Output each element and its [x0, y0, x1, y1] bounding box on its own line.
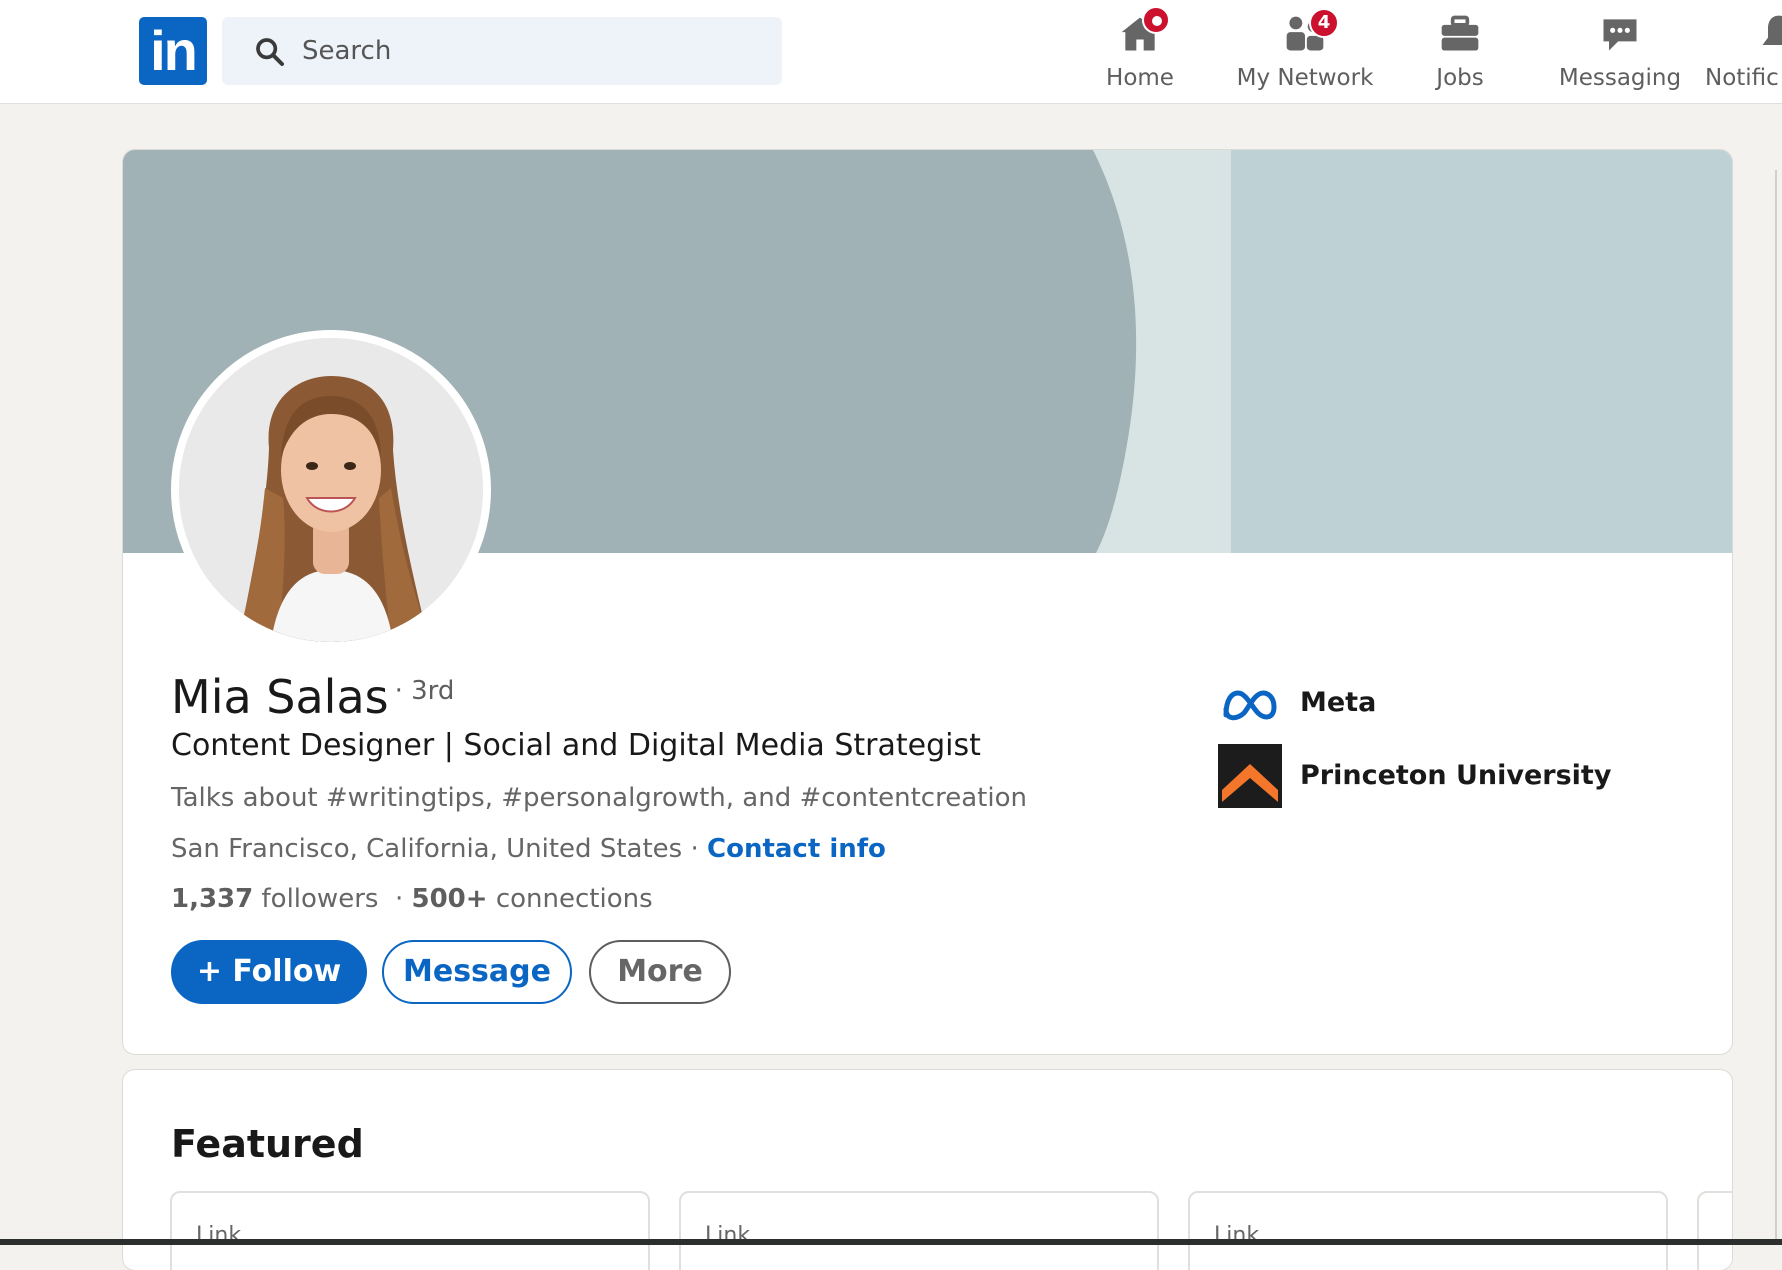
messaging-icon	[1598, 12, 1642, 56]
school-name: Princeton University	[1300, 760, 1612, 791]
search-icon	[256, 38, 284, 66]
nav-jobs-label: Jobs	[1436, 65, 1484, 91]
location-separator: ·	[682, 834, 707, 864]
profile-location: San Francisco, California, United States…	[171, 834, 886, 864]
more-button[interactable]: More	[589, 940, 731, 1004]
stats-separator: ·	[378, 884, 412, 914]
linkedin-logo[interactable]: in	[139, 17, 207, 85]
profile-name-text: Mia Salas	[171, 670, 389, 724]
global-nav: in Home 4 My Network	[0, 0, 1782, 104]
princeton-logo-icon	[1218, 744, 1282, 808]
nav-my-network-label: My Network	[1236, 65, 1374, 91]
profile-headline: Content Designer | Social and Digital Me…	[171, 728, 981, 763]
location-text: San Francisco, California, United States	[171, 834, 683, 864]
home-notification-dot	[1142, 6, 1170, 34]
featured-item-partial[interactable]	[1697, 1191, 1732, 1270]
network-badge: 4	[1309, 8, 1339, 38]
followers-label: followers	[253, 884, 379, 914]
connections-label[interactable]: connections	[488, 884, 653, 914]
profile-stats: 1,337 followers · 500+ connections	[171, 884, 653, 914]
profile-avatar[interactable]	[171, 330, 491, 650]
nav-messaging[interactable]: Messaging	[1555, 8, 1685, 98]
nav-notifications[interactable]: Notific	[1705, 8, 1782, 98]
search-bar[interactable]	[222, 17, 782, 85]
search-input[interactable]	[302, 17, 762, 85]
nav-jobs[interactable]: Jobs	[1410, 8, 1510, 98]
profile-name: Mia Salas · 3rd	[171, 670, 454, 724]
nav-messaging-label: Messaging	[1558, 65, 1682, 91]
followers-count: 1,337	[171, 884, 254, 914]
briefcase-icon	[1438, 12, 1482, 56]
nav-notifications-label: Notific	[1705, 65, 1779, 91]
nav-home[interactable]: Home	[1084, 6, 1196, 98]
nav-home-label: Home	[1106, 65, 1174, 91]
featured-item[interactable]: Link	[1188, 1191, 1668, 1270]
nav-my-network[interactable]: 4 My Network	[1230, 8, 1380, 98]
network-icon: 4	[1283, 8, 1339, 56]
profile-photo	[179, 338, 483, 642]
right-column-edge	[1775, 170, 1777, 1240]
company-name: Meta	[1300, 687, 1377, 718]
connection-degree: · 3rd	[394, 676, 455, 706]
featured-item[interactable]: Link	[679, 1191, 1159, 1270]
connections-count[interactable]: 500+	[412, 884, 488, 914]
home-icon	[1118, 6, 1170, 56]
contact-info-link[interactable]: Contact info	[707, 834, 886, 864]
meta-logo-icon	[1223, 690, 1277, 721]
profile-talks-about: Talks about #writingtips, #personalgrowt…	[171, 783, 1027, 813]
taskbar-edge	[0, 1239, 1782, 1245]
follow-button[interactable]: + Follow	[171, 940, 367, 1004]
featured-title: Featured	[171, 1122, 364, 1166]
featured-item[interactable]: Link	[170, 1191, 650, 1270]
profile-card: Mia Salas · 3rd Content Designer | Social…	[123, 150, 1732, 1054]
bell-icon	[1757, 12, 1782, 56]
message-button[interactable]: Message	[382, 940, 572, 1004]
